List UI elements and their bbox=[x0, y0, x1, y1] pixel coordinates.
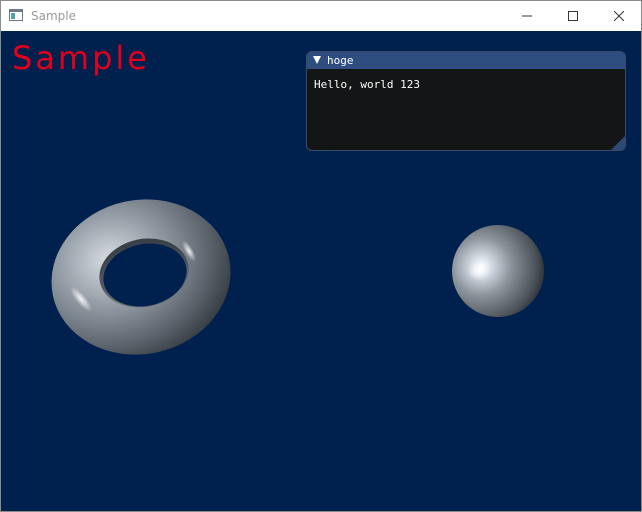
resize-grip-icon[interactable] bbox=[611, 136, 625, 150]
imgui-window-hoge[interactable]: hoge Hello, world 123 bbox=[306, 51, 626, 151]
imgui-titlebar[interactable]: hoge bbox=[307, 52, 625, 69]
minimize-icon bbox=[522, 15, 532, 17]
sphere-object bbox=[452, 225, 544, 317]
title-bar[interactable]: Sample bbox=[1, 1, 641, 31]
torus-object bbox=[51, 199, 231, 355]
collapse-arrow-icon[interactable] bbox=[313, 56, 321, 64]
maximize-button[interactable] bbox=[550, 1, 596, 31]
render-viewport[interactable]: Sample hoge Hello, world 123 bbox=[1, 31, 641, 511]
imgui-window-title: hoge bbox=[327, 54, 354, 67]
app-window-icon bbox=[9, 9, 23, 21]
sample-overlay-label: Sample bbox=[12, 39, 150, 77]
app-window: Sample Sample hoge Hello, world 123 bbox=[0, 0, 642, 512]
close-button[interactable] bbox=[596, 1, 642, 31]
minimize-button[interactable] bbox=[504, 1, 550, 31]
window-title: Sample bbox=[31, 9, 76, 23]
imgui-text-line: Hello, world 123 bbox=[314, 78, 420, 91]
close-icon bbox=[614, 11, 624, 21]
maximize-icon bbox=[568, 11, 578, 21]
